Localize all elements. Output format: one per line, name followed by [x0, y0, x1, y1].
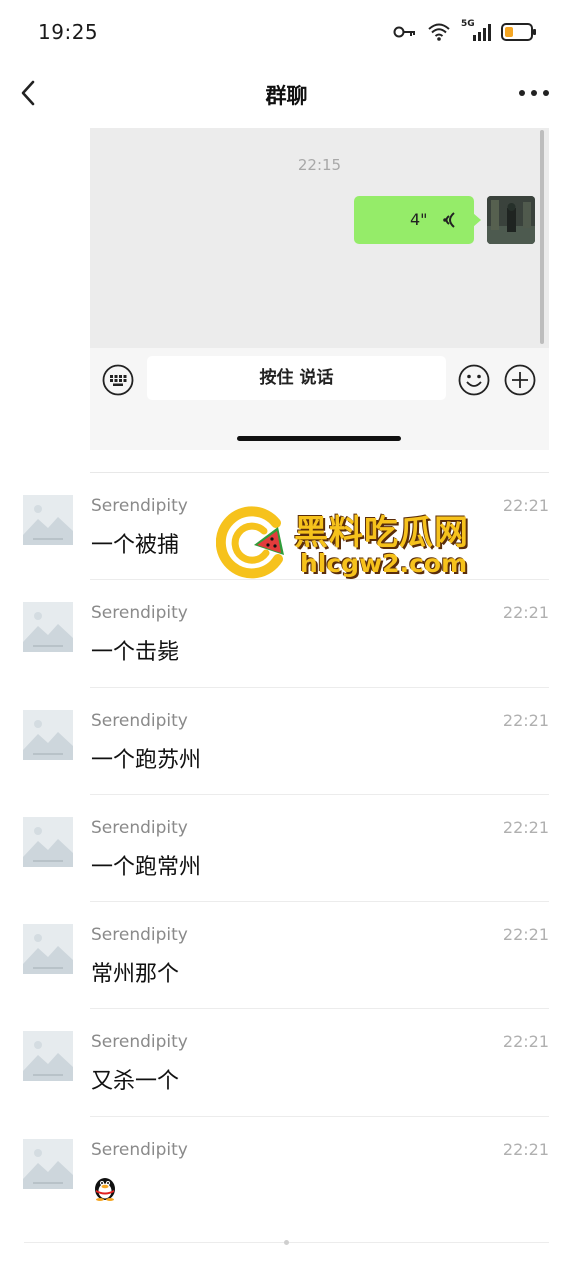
status-time: 19:25	[38, 20, 99, 44]
list-item[interactable]: Serendipity 22:21 常州那个	[0, 902, 573, 1010]
qq-penguin-icon	[95, 1177, 115, 1201]
avatar[interactable]	[23, 1138, 73, 1189]
status-bar: 19:25 5G	[0, 0, 573, 66]
message-text: 一个跑苏州	[91, 747, 202, 773]
sender-name: Serendipity	[91, 925, 188, 946]
list-item[interactable]: Serendipity 22:21 又杀一个	[0, 1009, 573, 1117]
chat-input-bar: 按住 说话	[90, 348, 549, 450]
avatar[interactable]	[23, 602, 73, 653]
plus-icon[interactable]	[504, 364, 536, 396]
embed-timestamp: 22:15	[297, 156, 342, 174]
message-time: 22:21	[502, 496, 549, 515]
list-item[interactable]: Serendipity 22:21 一个跑苏州	[0, 688, 573, 795]
message-text: 一个击毙	[91, 640, 180, 666]
avatar[interactable]	[23, 709, 73, 760]
more-icon[interactable]	[517, 82, 551, 104]
message-list: Serendipity 22:21 一个被捕 Serendipity 22:21…	[0, 473, 573, 1224]
message-text: 一个跑常州	[91, 854, 202, 880]
wifi-icon	[428, 23, 450, 41]
hold-to-talk-button[interactable]: 按住 说话	[147, 356, 446, 400]
sender-avatar[interactable]	[487, 196, 535, 244]
battery-icon	[501, 23, 536, 41]
sender-name: Serendipity	[91, 817, 188, 838]
sender-name: Serendipity	[91, 1032, 188, 1053]
sender-name: Serendipity	[91, 603, 188, 624]
list-item[interactable]: Serendipity 22:21 一个击毙	[0, 580, 573, 688]
keyboard-icon[interactable]	[102, 364, 134, 396]
avatar[interactable]	[23, 495, 73, 545]
voice-duration: 4"	[410, 210, 428, 229]
message-time: 22:21	[502, 817, 549, 837]
message-time: 22:21	[502, 603, 549, 623]
avatar[interactable]	[23, 924, 73, 975]
status-icons: 5G	[393, 19, 537, 42]
signal-icon: 5G	[461, 19, 491, 42]
key-icon	[393, 26, 415, 38]
avatar[interactable]	[23, 1031, 73, 1082]
message-time: 22:21	[502, 1032, 549, 1052]
message-time: 22:21	[502, 925, 549, 945]
emoji-icon[interactable]	[458, 364, 490, 396]
embedded-chat-screenshot[interactable]: 22:15 4" 按住 说话	[90, 128, 549, 450]
scrollbar[interactable]	[540, 130, 544, 344]
sender-name: Serendipity	[91, 1139, 188, 1160]
message-time: 22:21	[502, 1139, 549, 1159]
list-item[interactable]: Serendipity 22:21 一个被捕	[0, 473, 573, 581]
list-item[interactable]: Serendipity 22:21 一个跑常州	[0, 795, 573, 903]
voice-message-bubble[interactable]: 4"	[354, 196, 481, 244]
message-time: 22:21	[502, 710, 549, 730]
list-item[interactable]: Serendipity 22:21	[0, 1117, 573, 1224]
nav-bar: 群聊	[0, 66, 573, 122]
message-text: 一个被捕	[91, 533, 180, 558]
sender-name: Serendipity	[91, 496, 188, 516]
sender-name: Serendipity	[91, 710, 188, 731]
message-text: 又杀一个	[91, 1069, 180, 1095]
message-text: 常州那个	[91, 962, 180, 988]
voice-wave-icon	[443, 212, 455, 228]
scroll-indicator-dot	[284, 1240, 289, 1245]
page-title: 群聊	[265, 84, 308, 108]
avatar[interactable]	[23, 816, 73, 867]
home-indicator	[237, 436, 401, 441]
